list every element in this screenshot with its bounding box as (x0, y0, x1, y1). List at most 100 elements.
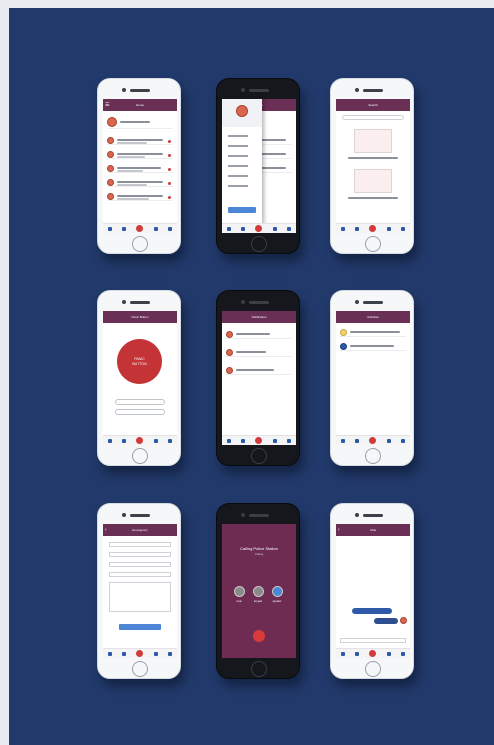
search-icon[interactable] (122, 651, 127, 656)
panic-button[interactable]: PANIC BUTTON (117, 339, 162, 384)
home-icon[interactable] (227, 438, 232, 443)
text-line (117, 195, 163, 197)
result-card[interactable] (354, 169, 392, 193)
tab-bar (336, 223, 410, 233)
sos-icon[interactable] (255, 437, 263, 444)
screen-search: Search (336, 99, 410, 233)
list-item[interactable] (107, 151, 173, 159)
list-item[interactable] (107, 179, 173, 187)
form-field[interactable] (109, 542, 171, 547)
text-line (120, 121, 150, 123)
tab-bar (103, 648, 177, 658)
profile-row[interactable] (107, 117, 173, 129)
sos-icon[interactable] (136, 650, 144, 657)
home-icon[interactable] (341, 226, 346, 231)
phone-number-pill[interactable] (115, 399, 165, 405)
back-icon[interactable]: ‹ (105, 524, 107, 536)
menu-icon[interactable]: ☰ (105, 99, 109, 111)
text-line (350, 331, 400, 333)
bell-icon[interactable] (386, 226, 391, 231)
form-field[interactable] (109, 572, 171, 577)
list-item[interactable] (107, 137, 173, 145)
sos-icon[interactable] (255, 225, 263, 232)
sos-icon[interactable] (136, 225, 144, 232)
bell-icon[interactable] (386, 651, 391, 656)
camera-icon (241, 88, 245, 92)
back-icon[interactable]: ‹ (338, 524, 340, 536)
search-input[interactable] (342, 115, 404, 120)
description-textarea[interactable] (109, 582, 171, 612)
bell-icon[interactable] (272, 438, 277, 443)
screen-title-text: Panic Button (131, 315, 149, 319)
text-line (236, 333, 270, 335)
speaker-button[interactable] (272, 586, 283, 597)
phone-number-pill[interactable] (115, 409, 165, 415)
chat-icon[interactable] (286, 226, 291, 231)
logout-button[interactable] (228, 207, 256, 213)
home-icon[interactable] (227, 226, 232, 231)
drawer-item[interactable] (228, 135, 248, 137)
chat-icon[interactable] (400, 226, 405, 231)
text-line (117, 170, 143, 172)
home-icon[interactable] (108, 226, 113, 231)
drawer-item[interactable] (228, 165, 248, 167)
bell-icon[interactable] (386, 438, 391, 443)
drawer-item[interactable] (228, 155, 248, 157)
drawer-item[interactable] (228, 175, 248, 177)
chat-icon[interactable] (286, 438, 291, 443)
search-icon[interactable] (241, 226, 246, 231)
text-line (117, 139, 163, 141)
home-button (251, 661, 267, 677)
search-icon[interactable] (355, 226, 360, 231)
message-input[interactable] (340, 638, 406, 643)
mute-button[interactable] (234, 586, 245, 597)
search-icon[interactable] (355, 651, 360, 656)
bell-icon[interactable] (272, 226, 277, 231)
result-card[interactable] (354, 129, 392, 153)
sos-icon[interactable] (369, 225, 377, 232)
form-field[interactable] (109, 562, 171, 567)
avatar (107, 151, 114, 158)
list-item[interactable] (340, 343, 406, 351)
search-icon[interactable] (122, 226, 127, 231)
list-item[interactable] (340, 329, 406, 337)
phone-emergency: ‹ Emergency (97, 503, 181, 679)
keypad-button[interactable] (253, 586, 264, 597)
search-icon[interactable] (355, 438, 360, 443)
home-icon[interactable] (341, 651, 346, 656)
sos-icon[interactable] (369, 650, 377, 657)
drawer-item[interactable] (228, 145, 248, 147)
screen-panic: Panic Button PANIC BUTTON (103, 311, 177, 445)
chat-icon[interactable] (167, 226, 172, 231)
list-item[interactable] (107, 193, 173, 201)
bell-icon[interactable] (153, 226, 158, 231)
end-call-button[interactable] (253, 630, 265, 642)
list-item[interactable] (226, 349, 292, 357)
chat-icon[interactable] (400, 438, 405, 443)
list-item[interactable] (107, 165, 173, 173)
form-field[interactable] (109, 552, 171, 557)
bell-icon[interactable] (153, 438, 158, 443)
phone-search: Search (330, 78, 414, 254)
list-item[interactable] (226, 331, 292, 339)
screen-title: Panic Button (103, 311, 177, 323)
speaker-grill (130, 89, 150, 92)
home-icon[interactable] (108, 651, 113, 656)
screen-notification: Notification (222, 311, 296, 445)
screen-title: Activities (336, 311, 410, 323)
chat-icon[interactable] (167, 651, 172, 656)
bell-icon[interactable] (153, 651, 158, 656)
home-icon[interactable] (341, 438, 346, 443)
sos-icon[interactable] (136, 437, 144, 444)
chat-icon[interactable] (167, 438, 172, 443)
submit-button[interactable] (119, 624, 161, 630)
list-item[interactable] (226, 367, 292, 375)
sos-icon[interactable] (369, 437, 377, 444)
chat-icon[interactable] (400, 651, 405, 656)
home-icon[interactable] (108, 438, 113, 443)
drawer-item[interactable] (228, 185, 248, 187)
search-icon[interactable] (122, 438, 127, 443)
screen-title: Notification (222, 311, 296, 323)
avatar (400, 617, 407, 624)
search-icon[interactable] (241, 438, 246, 443)
